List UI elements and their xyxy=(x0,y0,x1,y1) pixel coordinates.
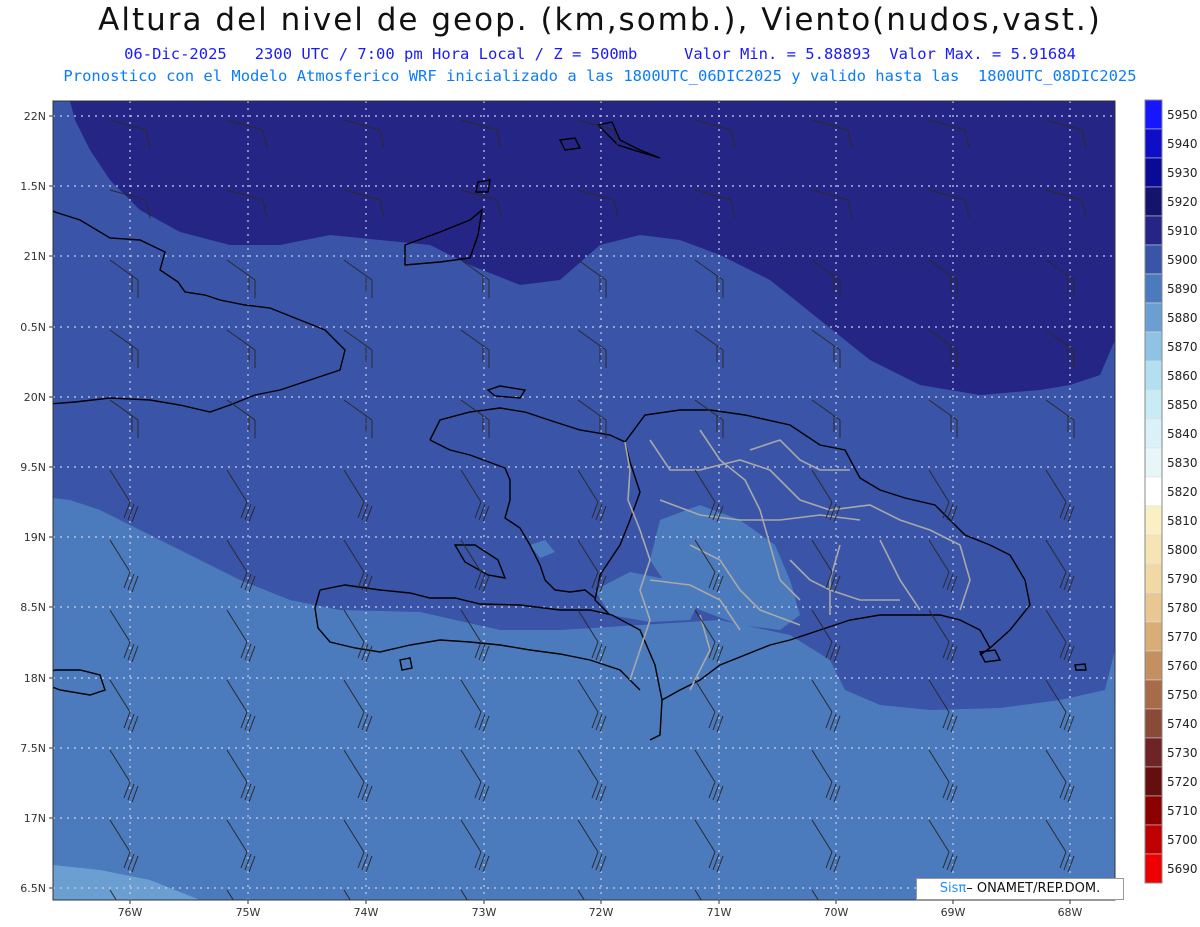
lat-label: 20N xyxy=(24,391,46,404)
colorbar-label: 5810 xyxy=(1167,514,1198,528)
lat-label: 19N xyxy=(24,531,46,544)
colorbar-label: 5870 xyxy=(1167,340,1198,354)
lon-label: 69W xyxy=(941,906,966,919)
lon-label: 73W xyxy=(472,906,497,919)
colorbar-label: 5700 xyxy=(1167,833,1198,847)
lon-label: 68W xyxy=(1058,906,1083,919)
colorbar-label: 5710 xyxy=(1167,804,1198,818)
colorbar-swatch xyxy=(1144,592,1163,623)
lon-label: 75W xyxy=(236,906,261,919)
colorbar-swatch xyxy=(1144,679,1163,710)
lon-label: 76W xyxy=(118,906,143,919)
colorbar-swatch xyxy=(1144,737,1163,768)
credit-suffix: – ONAMET/REP.DOM. xyxy=(966,881,1101,896)
colorbar-swatch xyxy=(1144,389,1163,420)
colorbar-swatch xyxy=(1144,505,1163,536)
colorbar-label: 5690 xyxy=(1167,862,1198,876)
lat-label: 6.5N xyxy=(20,882,46,895)
lat-label: 17N xyxy=(24,812,46,825)
lon-label: 70W xyxy=(824,906,849,919)
credit-prefix: Sis xyxy=(939,881,959,896)
lat-label: 7.5N xyxy=(20,742,46,755)
colorbar-swatch xyxy=(1144,534,1163,565)
lat-label: 1.5N xyxy=(20,180,46,193)
colorbar-swatch xyxy=(1144,360,1163,391)
colorbar-swatch xyxy=(1144,99,1163,130)
credit-box: Sisπ– ONAMET/REP.DOM. xyxy=(916,878,1124,900)
colorbar-swatch xyxy=(1144,418,1163,449)
colorbar-swatch xyxy=(1144,795,1163,826)
colorbar-label: 5830 xyxy=(1167,456,1198,470)
colorbar-label: 5770 xyxy=(1167,630,1198,644)
colorbar: 5950 5940 5930 5920 5910 5900 5890 5880 5870 5860… xyxy=(1144,99,1198,884)
colorbar-swatch xyxy=(1144,766,1163,797)
colorbar-label: 5740 xyxy=(1167,717,1198,731)
colorbar-swatch xyxy=(1144,476,1163,507)
colorbar-label: 5920 xyxy=(1167,195,1198,209)
colorbar-swatch xyxy=(1144,128,1163,159)
colorbar-swatch xyxy=(1144,563,1163,594)
colorbar-swatch xyxy=(1144,447,1163,478)
colorbar-swatch xyxy=(1144,273,1163,304)
colorbar-swatch xyxy=(1144,215,1163,246)
lon-label: 74W xyxy=(354,906,379,919)
colorbar-label: 5880 xyxy=(1167,311,1198,325)
lat-label: 18N xyxy=(24,672,46,685)
colorbar-swatch xyxy=(1144,302,1163,333)
colorbar-label: 5750 xyxy=(1167,688,1198,702)
contour-5890-patch xyxy=(350,628,368,642)
colorbar-label: 5760 xyxy=(1167,659,1198,673)
lon-label: 72W xyxy=(589,906,614,919)
colorbar-label: 5900 xyxy=(1167,253,1198,267)
lon-label: 71W xyxy=(707,906,732,919)
colorbar-label: 5720 xyxy=(1167,775,1198,789)
colorbar-label: 5780 xyxy=(1167,601,1198,615)
colorbar-swatch xyxy=(1144,157,1163,188)
colorbar-swatch xyxy=(1144,853,1163,884)
colorbar-label: 5820 xyxy=(1167,485,1198,499)
colorbar-label: 5790 xyxy=(1167,572,1198,586)
lat-label: 21N xyxy=(24,250,46,263)
colorbar-label: 5840 xyxy=(1167,427,1198,441)
lat-label: 8.5N xyxy=(20,601,46,614)
colorbar-swatch xyxy=(1144,331,1163,362)
colorbar-label: 5800 xyxy=(1167,543,1198,557)
contour-fills xyxy=(53,101,1115,900)
colorbar-label: 5940 xyxy=(1167,137,1198,151)
colorbar-swatch xyxy=(1144,621,1163,652)
lat-label: 9.5N xyxy=(20,461,46,474)
colorbar-label: 5850 xyxy=(1167,398,1198,412)
colorbar-label: 5890 xyxy=(1167,282,1198,296)
colorbar-swatch xyxy=(1144,244,1163,275)
colorbar-label: 5860 xyxy=(1167,369,1198,383)
lat-label: 22N xyxy=(24,110,46,123)
colorbar-swatch xyxy=(1144,708,1163,739)
colorbar-swatch xyxy=(1144,824,1163,855)
colorbar-label: 5930 xyxy=(1167,166,1198,180)
lat-label: 0.5N xyxy=(20,321,46,334)
map-svg: 22N 1.5N 21N 0.5N 20N 9.5N 19N 8.5N 18N 7.5N 17N 6.… xyxy=(20,99,1198,919)
colorbar-swatch xyxy=(1144,650,1163,681)
colorbar-label: 5730 xyxy=(1167,746,1198,760)
colorbar-label: 5910 xyxy=(1167,224,1198,238)
colorbar-label: 5950 xyxy=(1167,108,1198,122)
colorbar-swatch xyxy=(1144,186,1163,217)
